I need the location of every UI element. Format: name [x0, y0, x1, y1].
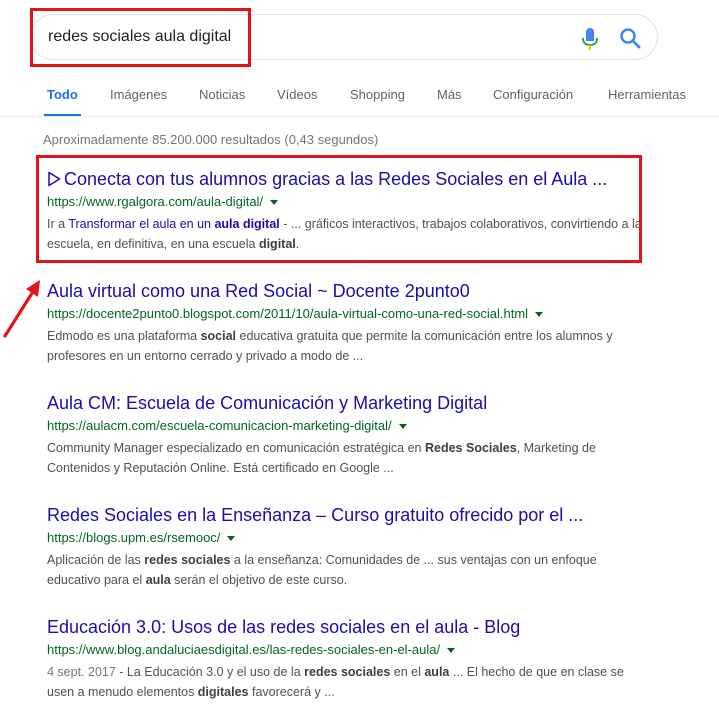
- result-url-text: https://aulacm.com/escuela-comunicacion-…: [47, 418, 392, 433]
- search-result: Redes Sociales en la Enseñanza – Curso g…: [47, 504, 647, 590]
- snippet-bold: digital: [258, 237, 296, 251]
- result-url-text: https://www.blog.andaluciaesdigital.es/l…: [47, 642, 441, 657]
- result-url[interactable]: https://www.blog.andaluciaesdigital.es/l…: [47, 642, 647, 658]
- snippet-text: Community Manager especializado en comun…: [47, 441, 425, 455]
- tab-noticias[interactable]: Noticias: [199, 87, 245, 102]
- snippet-bold: digitales: [197, 685, 249, 699]
- annotation-arrow-icon: [3, 280, 40, 338]
- dropdown-caret-icon[interactable]: [535, 312, 544, 318]
- result-title-link[interactable]: Conecta con tus alumnos gracias a las Re…: [47, 168, 647, 190]
- result-url-text: https://docente2punto0.blogspot.com/2011…: [47, 306, 529, 321]
- tab-herramientas[interactable]: Herramientas: [608, 87, 686, 102]
- result-url[interactable]: https://www.rgalgora.com/aula-digital/: [47, 194, 647, 210]
- snippet-bold: redes sociales: [304, 665, 391, 679]
- tab-shopping[interactable]: Shopping: [350, 87, 405, 102]
- result-snippet: Ir a Transformar el aula en un aula digi…: [47, 214, 647, 254]
- snippet-bold: Redes Sociales: [424, 441, 517, 455]
- microphone-icon[interactable]: [580, 27, 600, 51]
- tabs-divider: [0, 116, 719, 117]
- result-url[interactable]: https://docente2punto0.blogspot.com/2011…: [47, 306, 647, 322]
- search-result: Conecta con tus alumnos gracias a las Re…: [47, 168, 647, 254]
- search-icon[interactable]: [619, 27, 641, 49]
- search-box[interactable]: redes sociales aula digital: [30, 14, 658, 60]
- sitelink-bold-text: aula digital: [214, 217, 280, 231]
- snippet-text: .: [295, 237, 300, 251]
- tab-configuracion[interactable]: Configuración: [493, 87, 573, 102]
- snippet-sitelink[interactable]: Transformar el aula en un aula digital: [68, 217, 279, 231]
- result-url[interactable]: https://blogs.upm.es/rsemooc/: [47, 530, 647, 546]
- sitelink-text: Transformar el aula en un: [68, 217, 215, 231]
- snippet-text: Aplicación de las: [47, 553, 145, 567]
- snippet-text: - La Educación 3.0 y el uso de la: [115, 665, 305, 679]
- search-result: Educación 3.0: Usos de las redes sociale…: [47, 616, 647, 702]
- result-stats: Aproximadamente 85.200.000 resultados (0…: [43, 132, 379, 147]
- dropdown-caret-icon[interactable]: [398, 424, 407, 430]
- tab-imagenes[interactable]: Imágenes: [110, 87, 167, 102]
- search-result: Aula CM: Escuela de Comunicación y Marke…: [47, 392, 647, 478]
- result-title-text: Conecta con tus alumnos gracias a las Re…: [64, 169, 608, 189]
- tab-videos[interactable]: Vídeos: [277, 87, 317, 102]
- play-icon: [48, 171, 61, 187]
- snippet-bold: aula: [145, 573, 171, 587]
- dropdown-caret-icon[interactable]: [227, 536, 236, 542]
- snippet-text: Ir a: [47, 217, 69, 231]
- result-title-link[interactable]: Aula CM: Escuela de Comunicación y Marke…: [47, 392, 647, 414]
- result-title-link[interactable]: Redes Sociales en la Enseñanza – Curso g…: [47, 504, 647, 526]
- result-url-text: https://www.rgalgora.com/aula-digital/: [47, 194, 264, 209]
- search-result: Aula virtual como una Red Social ~ Docen…: [47, 280, 647, 366]
- result-url-text: https://blogs.upm.es/rsemooc/: [47, 530, 221, 545]
- snippet-text: Edmodo es una plataforma: [47, 329, 201, 343]
- result-snippet: Edmodo es una plataforma social educativ…: [47, 326, 647, 366]
- result-snippet: Community Manager especializado en comun…: [47, 438, 647, 478]
- search-input[interactable]: redes sociales aula digital: [48, 28, 231, 46]
- result-snippet: Aplicación de las redes sociales a la en…: [47, 550, 647, 590]
- dropdown-caret-icon[interactable]: [447, 648, 456, 654]
- result-date: 4 sept. 2017: [47, 665, 116, 679]
- result-title-link[interactable]: Aula virtual como una Red Social ~ Docen…: [47, 280, 647, 302]
- search-tabs: Todo Imágenes Noticias Vídeos Shopping M…: [0, 80, 719, 117]
- snippet-text: serán el objetivo de este curso.: [170, 573, 348, 587]
- snippet-text: en el: [390, 665, 425, 679]
- tab-todo[interactable]: Todo: [47, 87, 78, 102]
- tab-mas[interactable]: Más: [437, 87, 462, 102]
- result-url[interactable]: https://aulacm.com/escuela-comunicacion-…: [47, 418, 647, 434]
- snippet-bold: aula: [424, 665, 450, 679]
- result-snippet: 4 sept. 2017 - La Educación 3.0 y el uso…: [47, 662, 647, 702]
- snippet-bold: social: [200, 329, 237, 343]
- result-title-link[interactable]: Educación 3.0: Usos de las redes sociale…: [47, 616, 647, 638]
- snippet-bold: redes sociales: [144, 553, 231, 567]
- snippet-text: favorecerá y ...: [248, 685, 335, 699]
- dropdown-caret-icon[interactable]: [270, 200, 279, 206]
